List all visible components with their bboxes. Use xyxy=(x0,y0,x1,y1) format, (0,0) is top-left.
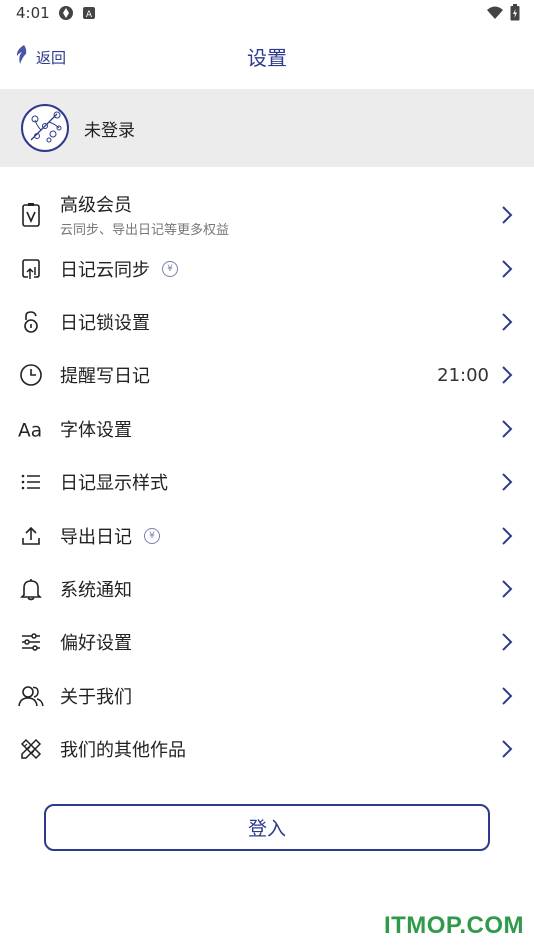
menu-item-text: 日记云同步 ¥ xyxy=(60,256,178,282)
status-icons-right xyxy=(486,4,520,25)
menu-item-display-style[interactable]: 日记显示样式 xyxy=(0,456,534,509)
wifi-icon xyxy=(486,5,504,24)
clock-icon xyxy=(18,362,44,388)
profile-name: 未登录 xyxy=(84,120,135,141)
label-text: 字体设置 xyxy=(60,419,132,441)
label-text: 导出日记 xyxy=(60,526,132,548)
chevron-right-icon xyxy=(502,633,513,652)
chevron-right-icon xyxy=(502,580,513,598)
menu-item-subtitle: 云同步、导出日记等更多权益 xyxy=(60,223,230,238)
premium-badge-icon: ¥ xyxy=(162,260,178,277)
menu-item-text: 高级会员 云同步、导出日记等更多权益 xyxy=(60,191,229,238)
label-text: 提醒写日记 xyxy=(60,366,150,388)
cloud-sync-icon xyxy=(18,256,44,282)
status-bar: 4:01 A xyxy=(0,0,534,28)
label-text: 系统通知 xyxy=(60,580,132,602)
label-text: 日记显示样式 xyxy=(60,473,168,495)
list-icon xyxy=(18,469,44,495)
menu-item-text: 偏好设置 xyxy=(60,629,132,655)
menu-item-text: 提醒写日记 xyxy=(60,362,150,388)
menu-item-text: 字体设置 xyxy=(60,416,132,442)
menu-item-about[interactable]: 关于我们 xyxy=(0,669,534,722)
menu-item-lock[interactable]: 日记锁设置 xyxy=(0,295,534,348)
svg-text:Aa: Aa xyxy=(18,420,42,440)
sliders-icon xyxy=(18,629,44,655)
menu-item-label: 日记锁设置 xyxy=(60,309,150,335)
avatar xyxy=(21,104,69,152)
menu-item-text: 我们的其他作品 xyxy=(60,736,186,762)
menu-item-text: 关于我们 xyxy=(60,683,132,709)
menu-item-label: 日记显示样式 xyxy=(60,469,168,495)
a-box-icon: A xyxy=(82,5,96,25)
menu-item-label: 高级会员 xyxy=(60,191,229,217)
menu-item-label: 偏好设置 xyxy=(60,629,132,655)
aperture-icon xyxy=(58,5,74,25)
menu-item-label: 关于我们 xyxy=(60,683,132,709)
login-button[interactable]: 登入 xyxy=(44,804,490,851)
menu-item-label: 字体设置 xyxy=(60,416,132,442)
people-icon xyxy=(18,683,44,709)
premium-badge-icon: ¥ xyxy=(144,527,160,544)
menu-item-label: 日记云同步 ¥ xyxy=(60,256,178,282)
menu-item-label: 导出日记 ¥ xyxy=(60,523,160,549)
chevron-right-icon xyxy=(502,420,513,438)
chevron-right-icon xyxy=(502,313,513,331)
svg-text:A: A xyxy=(86,10,93,20)
menu-item-text: 系统通知 xyxy=(60,576,132,602)
lock-icon xyxy=(18,309,44,335)
profile-card[interactable]: 未登录 xyxy=(0,89,534,167)
status-icons-left: A xyxy=(58,5,96,25)
nav-bar: 返回 设置 xyxy=(0,38,534,78)
menu-item-label: 系统通知 xyxy=(60,576,132,602)
menu-item-notifications[interactable]: 系统通知 xyxy=(0,562,534,615)
label-text: 我们的其他作品 xyxy=(60,740,186,762)
status-time: 4:01 xyxy=(16,4,50,22)
menu-item-export[interactable]: 导出日记 ¥ xyxy=(0,509,534,562)
page-title: 设置 xyxy=(247,46,287,70)
watermark-text: ITMOP.COM xyxy=(383,912,524,939)
chevron-right-icon xyxy=(502,259,513,278)
chevron-right-icon xyxy=(502,687,513,705)
label-text: 关于我们 xyxy=(60,686,132,708)
menu-item-text: 日记锁设置 xyxy=(60,309,150,335)
tools-icon xyxy=(18,736,44,762)
reminder-time-value: 21:00 xyxy=(437,364,489,386)
menu-item-other-apps[interactable]: 我们的其他作品 xyxy=(0,723,534,776)
menu-item-preferences[interactable]: 偏好设置 xyxy=(0,616,534,669)
chevron-right-icon xyxy=(502,205,513,224)
menu-item-label: 我们的其他作品 xyxy=(60,736,186,762)
label-text: 高级会员 xyxy=(60,195,132,216)
upload-icon xyxy=(18,523,44,549)
bell-icon xyxy=(18,576,44,602)
vip-card-icon xyxy=(18,202,44,228)
menu-item-text: 导出日记 ¥ xyxy=(60,523,160,549)
menu-item-vip[interactable]: 高级会员 云同步、导出日记等更多权益 xyxy=(0,187,534,242)
menu-item-text: 日记显示样式 xyxy=(60,469,168,495)
menu-item-reminder[interactable]: 提醒写日记 21:00 xyxy=(0,349,534,402)
label-text: 日记锁设置 xyxy=(60,313,150,335)
chevron-right-icon xyxy=(502,740,513,758)
battery-icon xyxy=(510,4,520,25)
label-text: 日记云同步 xyxy=(60,259,150,281)
menu-item-cloud-sync[interactable]: 日记云同步 ¥ xyxy=(0,242,534,295)
chevron-right-icon xyxy=(502,366,513,385)
chevron-right-icon xyxy=(502,473,513,491)
settings-menu: 高级会员 云同步、导出日记等更多权益 日记云同步 ¥ 日记锁设置 提醒写日记 21… xyxy=(0,187,534,776)
chevron-right-icon xyxy=(502,526,513,545)
label-text: 偏好设置 xyxy=(60,633,132,655)
menu-item-label: 提醒写日记 xyxy=(60,362,150,388)
menu-item-font[interactable]: Aa 字体设置 xyxy=(0,402,534,455)
font-icon: Aa xyxy=(18,416,44,442)
